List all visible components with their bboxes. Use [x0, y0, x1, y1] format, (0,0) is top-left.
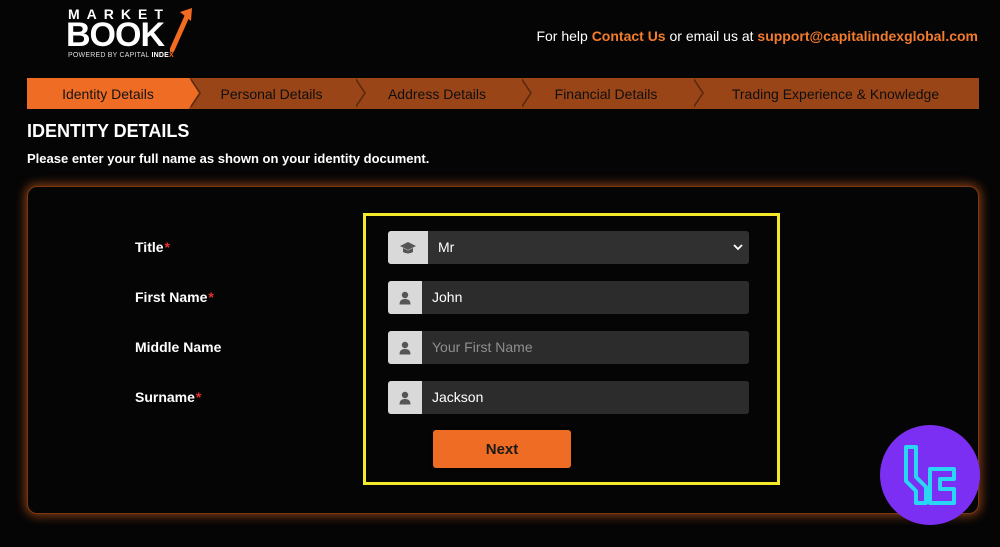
tc-logo-icon — [904, 445, 956, 505]
market-book-logo[interactable]: MARKET BOOK POWERED BY CAPITAL INDEX — [66, 6, 196, 62]
first-name-label: First Name* — [135, 289, 214, 305]
user-icon — [388, 331, 422, 364]
watermark-logo — [880, 425, 980, 525]
logo-arrow-icon — [170, 8, 192, 52]
middle-name-placeholder: Your First Name — [422, 331, 749, 364]
page-title: IDENTITY DETAILS — [27, 121, 190, 141]
user-icon — [388, 281, 422, 314]
logo-subtitle: POWERED BY CAPITAL INDEX — [68, 52, 174, 59]
title-label: Title* — [135, 239, 170, 255]
title-select-value: Mr — [428, 231, 727, 264]
step-personal-details[interactable]: Personal Details — [189, 78, 366, 109]
help-text: For help Contact Us or email us at suppo… — [536, 28, 978, 44]
step-financial-details[interactable]: Financial Details — [520, 78, 704, 109]
logo-main-text: BOOK — [66, 16, 165, 54]
first-name-value: John — [422, 281, 749, 314]
title-select[interactable]: Mr — [388, 231, 749, 264]
step-trading-experience[interactable]: Trading Experience & Knowledge — [692, 78, 979, 109]
graduation-cap-icon — [388, 231, 428, 264]
first-name-input[interactable]: John — [388, 281, 749, 314]
page-description: Please enter your full name as shown on … — [27, 151, 430, 166]
surname-label: Surname* — [135, 389, 202, 405]
step-address-details[interactable]: Address Details — [354, 78, 532, 109]
surname-value: Jackson — [422, 381, 749, 414]
chevron-down-icon — [727, 231, 749, 264]
middle-name-label: Middle Name — [135, 339, 222, 355]
contact-us-link[interactable]: Contact Us — [592, 28, 666, 44]
next-button[interactable]: Next — [433, 430, 571, 468]
user-icon — [388, 381, 422, 414]
step-identity-details[interactable]: Identity Details — [27, 78, 201, 109]
surname-input[interactable]: Jackson — [388, 381, 749, 414]
progress-steps: Identity Details Personal Details Addres… — [27, 78, 979, 109]
support-email-link[interactable]: support@capitalindexglobal.com — [757, 28, 978, 44]
middle-name-input[interactable]: Your First Name — [388, 331, 749, 364]
